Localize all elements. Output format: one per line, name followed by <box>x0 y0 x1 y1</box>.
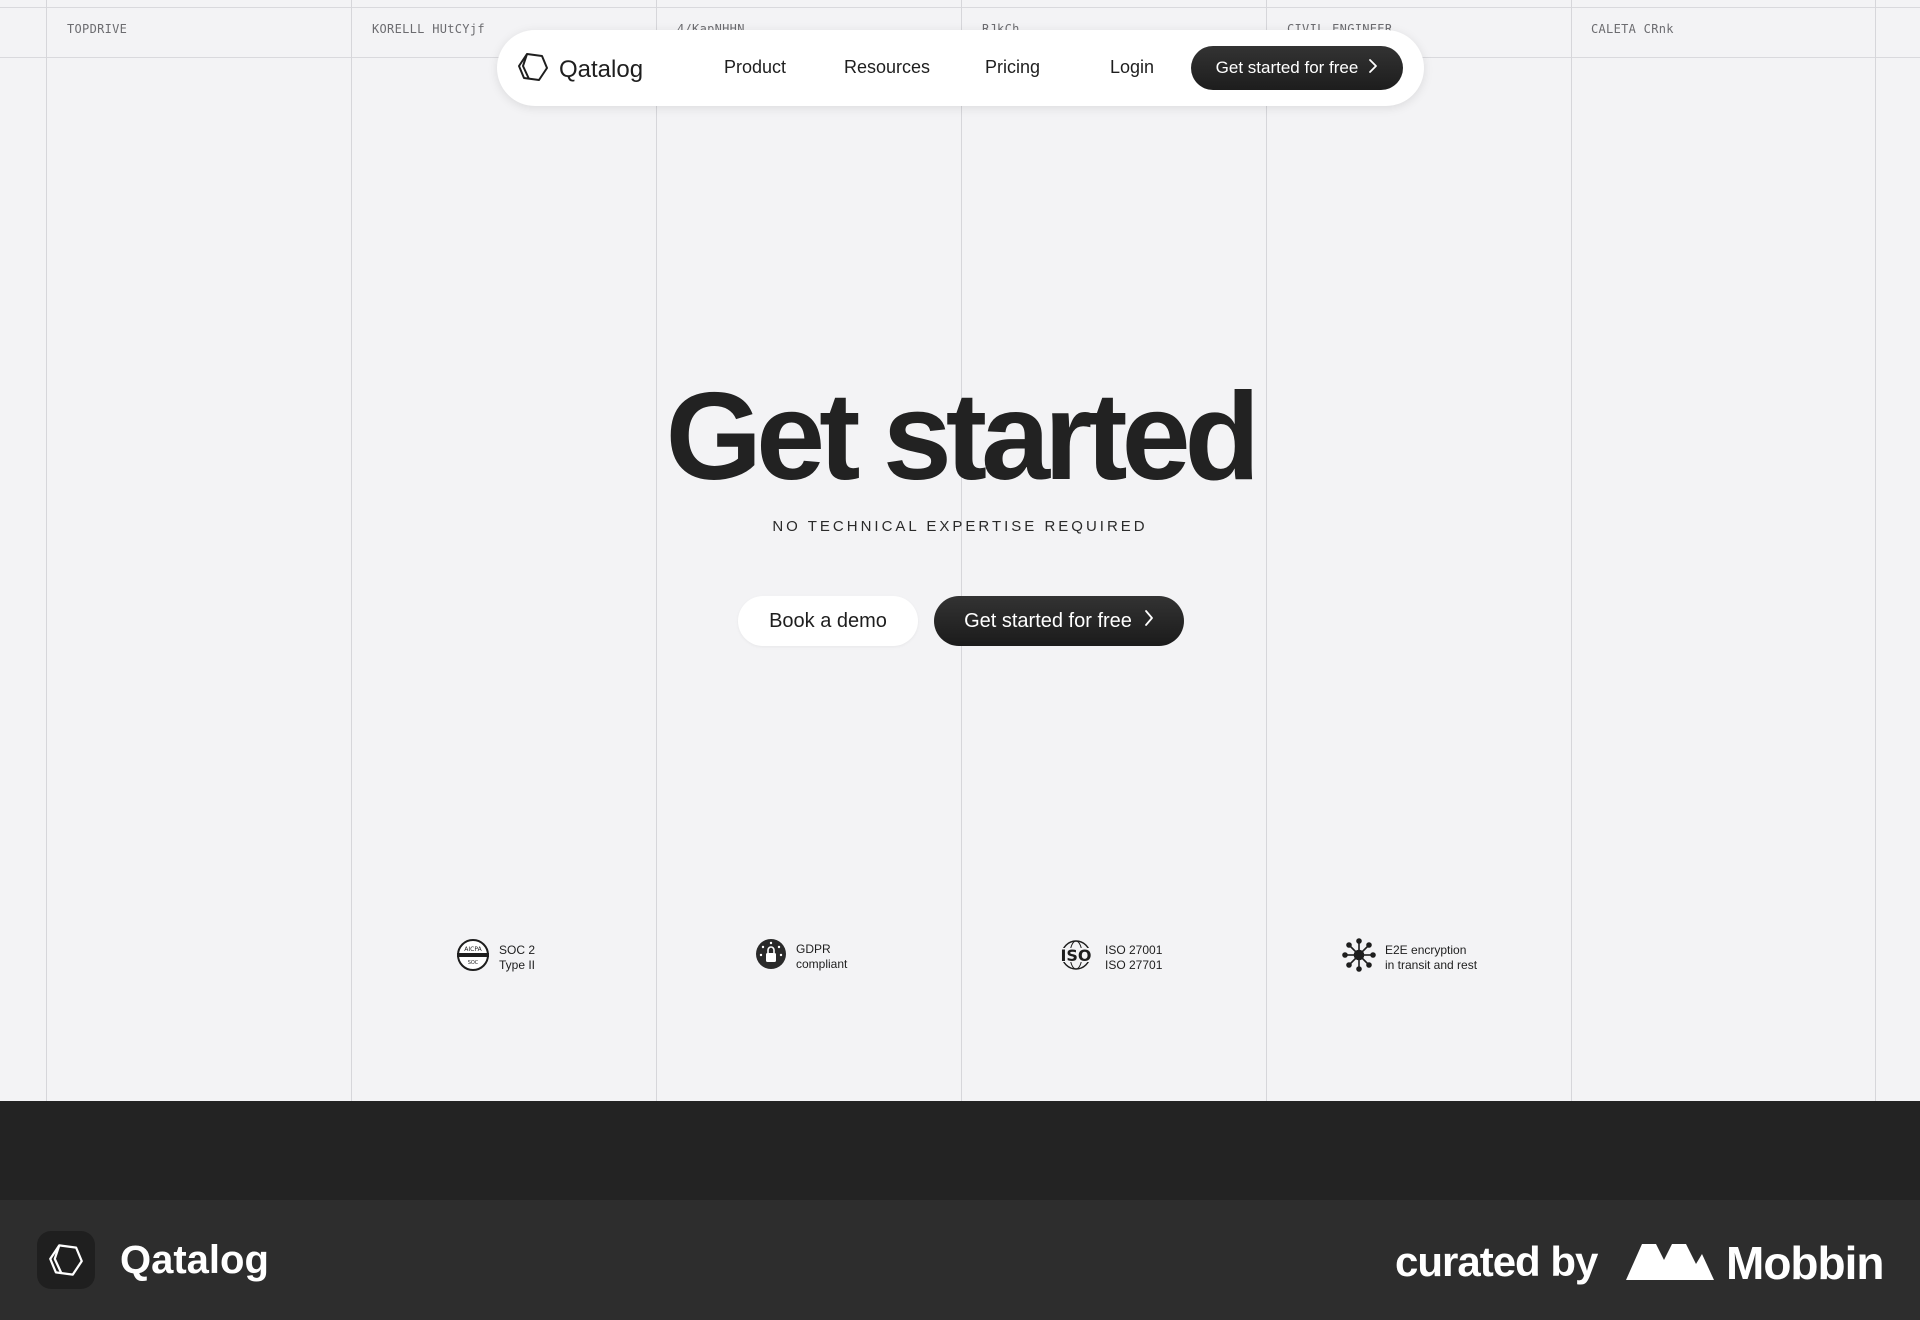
soc2-line2: Type II <box>499 957 536 972</box>
nav-link-product[interactable]: Product <box>724 57 786 78</box>
gdpr-line1: GDPR <box>796 941 831 956</box>
soc2-badge: AICPA SOC SOC 2 Type II <box>456 938 535 977</box>
footer-band <box>0 1101 1920 1200</box>
gdpr-text: GDPR compliant <box>796 942 847 972</box>
grid-line <box>961 0 962 1101</box>
gdpr-icon <box>755 938 787 975</box>
get-started-button[interactable]: Get started for free <box>934 596 1184 646</box>
soc2-icon: AICPA SOC <box>456 938 490 977</box>
chevron-right-icon <box>1144 609 1154 633</box>
grid-line <box>1571 0 1572 1101</box>
top-navbar: Qatalog Product Resources Pricing Login … <box>497 30 1424 106</box>
iso-line1: ISO 27001 <box>1105 942 1163 957</box>
encryption-badge: E2E encryption in transit and rest <box>1342 938 1477 977</box>
soc2-line1: SOC 2 <box>499 942 536 957</box>
svg-text:SOC: SOC <box>468 960 479 966</box>
mobbin-wordmark: Mobbin <box>1726 1237 1884 1289</box>
qatalog-logo-icon <box>517 51 549 88</box>
nav-get-started-button[interactable]: Get started for free <box>1191 46 1403 90</box>
iso-badge: ISO ISO 27001 ISO 27701 <box>1056 938 1162 977</box>
encryption-line2: in transit and rest <box>1385 957 1478 972</box>
curated-by-text: curated by <box>1395 1238 1598 1285</box>
get-started-label: Get started for free <box>964 609 1132 632</box>
iso-line2: ISO 27701 <box>1105 957 1163 972</box>
brand-logo-link[interactable]: Qatalog <box>517 51 643 88</box>
grid-line <box>656 0 657 1101</box>
footer-app-icon <box>37 1231 95 1289</box>
mobbin-icon <box>1626 1240 1714 1287</box>
iso-icon: ISO <box>1056 938 1096 977</box>
nav-link-login[interactable]: Login <box>1110 57 1154 78</box>
grid-line <box>46 0 47 1101</box>
encryption-text: E2E encryption in transit and rest <box>1385 943 1477 973</box>
nav-link-pricing[interactable]: Pricing <box>985 57 1040 78</box>
background-grid: TOPDRIVE KORELLL HUtCYjf 4/KapNHHN RJkCh… <box>0 0 1920 1101</box>
footer: Qatalog curated by Mobbin <box>0 1200 1920 1320</box>
mobbin-logo: Mobbin <box>1626 1236 1884 1290</box>
grid-line <box>0 7 1920 8</box>
footer-brand-name: Qatalog <box>120 1238 269 1282</box>
gdpr-badge: GDPR compliant <box>755 938 847 975</box>
column-label: TOPDRIVE <box>67 22 128 36</box>
column-label: KORELLL HUtCYjf <box>372 22 485 36</box>
iso-text: ISO 27001 ISO 27701 <box>1105 943 1162 973</box>
hero-subtitle: NO TECHNICAL EXPERTISE REQUIRED <box>772 518 1148 535</box>
nav-cta-label: Get started for free <box>1215 58 1359 77</box>
book-demo-button[interactable]: Book a demo <box>738 596 918 646</box>
soc2-text: SOC 2 Type II <box>499 943 535 973</box>
gdpr-line2: compliant <box>796 956 848 971</box>
nav-link-resources[interactable]: Resources <box>844 57 930 78</box>
svg-text:AICPA: AICPA <box>464 946 482 953</box>
grid-line <box>1875 0 1876 1101</box>
qatalog-logo-icon <box>49 1244 83 1276</box>
encryption-line1: E2E encryption <box>1385 942 1467 957</box>
book-demo-label: Book a demo <box>769 609 887 632</box>
column-label: CALETA CRnk <box>1591 22 1674 36</box>
chevron-right-icon <box>1368 58 1378 79</box>
page-title: Get started <box>665 368 1261 506</box>
grid-line <box>351 0 352 1101</box>
encryption-icon <box>1342 938 1376 977</box>
grid-line <box>1266 0 1267 1101</box>
brand-name: Qatalog <box>559 55 644 83</box>
svg-text:ISO: ISO <box>1060 946 1091 965</box>
